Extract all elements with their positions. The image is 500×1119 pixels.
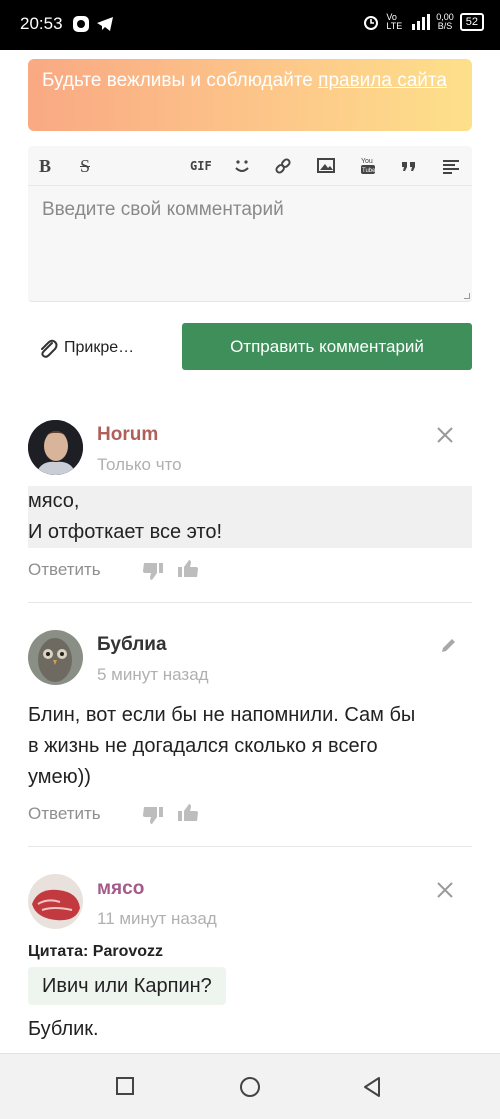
system-nav-bar (0, 1053, 500, 1119)
editor-toolbar: B S GIF You Tube (28, 146, 472, 186)
svg-text:You: You (361, 158, 373, 165)
comment-body: Блин, вот если бы не напомнили. Сам бы в… (28, 700, 415, 793)
avatar[interactable] (28, 420, 83, 475)
attach-button[interactable]: Прикре… (38, 333, 134, 363)
close-icon[interactable] (434, 424, 456, 446)
comment-time: 5 минут назад (97, 665, 209, 684)
comment-author[interactable]: Бублиа (97, 634, 167, 656)
signal-icon (412, 14, 431, 30)
comment-line: умею)) (28, 766, 91, 788)
status-time: 20:53 (20, 14, 63, 33)
comment-line: в жизнь не догадался сколько я всего (28, 735, 378, 757)
thumbs-down-icon[interactable] (142, 804, 164, 826)
avatar[interactable] (28, 630, 83, 685)
emoji-icon[interactable] (232, 154, 252, 178)
avatar[interactable] (28, 874, 83, 929)
comment-author[interactable]: мясо (97, 878, 144, 900)
edit-icon[interactable] (440, 636, 458, 654)
network-speed-unit: B/S (437, 21, 453, 31)
alarm-icon (364, 16, 379, 30)
owl-avatar-image (28, 630, 83, 685)
meat-avatar-image (28, 874, 83, 929)
avatar-image (28, 420, 83, 475)
link-icon[interactable] (274, 154, 292, 178)
reply-button[interactable]: Ответить (28, 560, 101, 580)
comment-line: мясо, (28, 490, 80, 512)
telegram-icon (97, 17, 113, 31)
thumbs-up-icon[interactable] (177, 558, 199, 580)
app-notification-icon (73, 16, 89, 32)
svg-text:Tube: Tube (362, 168, 376, 174)
comment-editor[interactable]: B S GIF You Tube Введите свой комментари… (28, 146, 472, 302)
paperclip-icon (41, 339, 58, 358)
quote-icon[interactable] (400, 154, 418, 178)
close-icon[interactable] (434, 879, 456, 901)
strikethrough-icon[interactable]: S (80, 154, 90, 178)
thumbs-down-icon[interactable] (142, 560, 164, 582)
status-bar: 20:53 Vo LTE 0,00 B/S 52 (0, 0, 500, 50)
comment-placeholder[interactable]: Введите свой комментарий (42, 199, 284, 221)
status-indicators: Vo LTE 0,00 B/S 52 (362, 13, 484, 31)
align-icon[interactable] (442, 154, 460, 178)
quote-author: Цитата: Parovozz (28, 943, 164, 960)
youtube-icon[interactable]: You Tube (360, 154, 376, 178)
banner-text: Будьте вежливы и соблюдайте (42, 70, 319, 91)
back-icon[interactable] (362, 1076, 382, 1098)
battery-indicator: 52 (459, 13, 484, 31)
comment-author[interactable]: Horum (97, 424, 158, 446)
reply-button[interactable]: Ответить (28, 804, 101, 824)
gif-icon[interactable]: GIF (190, 154, 212, 178)
comment-line: И отфоткает все это! (28, 521, 223, 543)
comment-line: Бублик. (28, 1018, 99, 1040)
attach-label: Прикре… (64, 339, 135, 356)
bold-icon[interactable]: B (39, 154, 51, 178)
quote-block: Ивич или Карпин? (28, 967, 226, 1005)
home-icon[interactable] (239, 1076, 261, 1098)
image-icon[interactable] (317, 154, 335, 178)
comment-divider (28, 602, 472, 603)
comment-body: мясо, И отфоткает все это! (28, 486, 472, 548)
rules-banner: Будьте вежливы и соблюдайте правила сайт… (28, 59, 472, 131)
rules-link[interactable]: правила сайта (318, 70, 447, 91)
send-comment-button[interactable]: Отправить комментарий (182, 323, 472, 370)
network-speed: 0,00 B/S (436, 13, 454, 31)
comment-body: Бублик. (28, 1014, 99, 1045)
recent-apps-icon[interactable] (115, 1076, 135, 1096)
resize-handle[interactable] (464, 293, 470, 299)
volte-icon: Vo LTE (386, 12, 403, 31)
comment-time: Только что (97, 455, 182, 474)
thumbs-up-icon[interactable] (177, 802, 199, 824)
comment-time: 11 минут назад (97, 909, 217, 928)
comment-divider (28, 846, 472, 847)
comment-line: Блин, вот если бы не напомнили. Сам бы (28, 704, 416, 726)
